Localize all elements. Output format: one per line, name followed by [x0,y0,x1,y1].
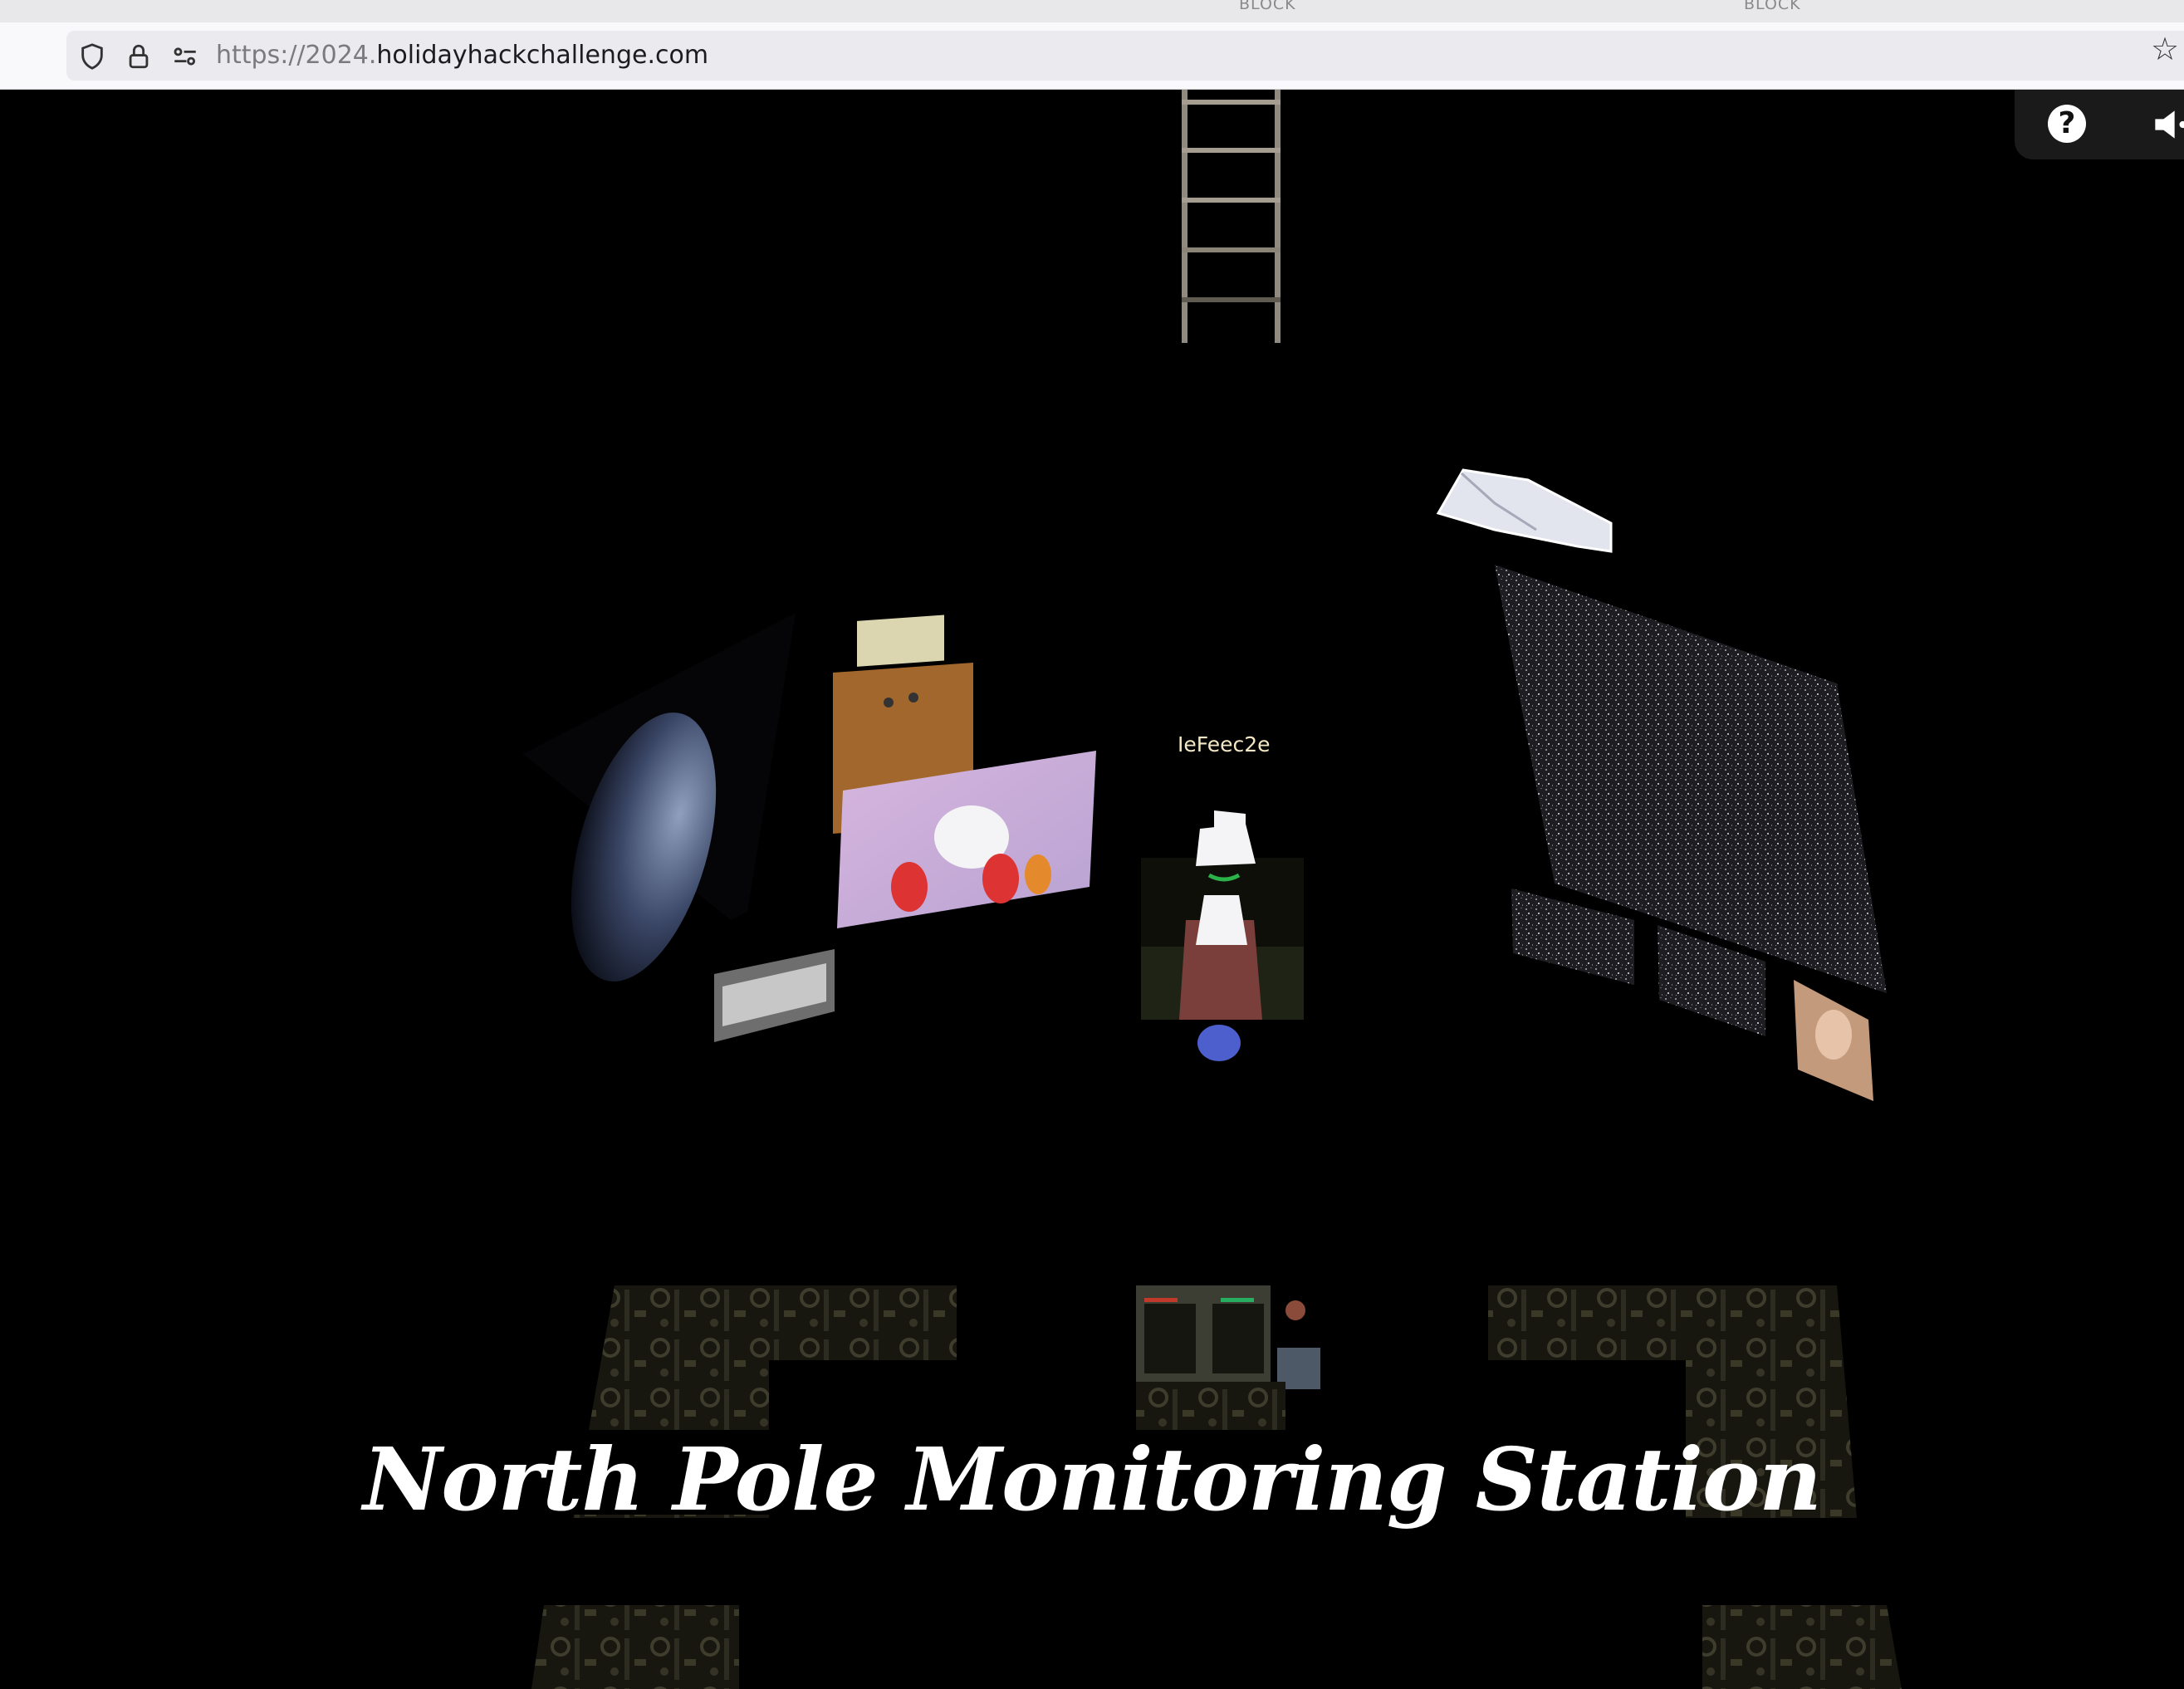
tab-strip: BLOCK BLOCK [0,0,2184,22]
shield-icon[interactable] [78,42,106,71]
site-settings-icon[interactable] [171,42,199,71]
url-text[interactable]: https://2024.holidayhackchallenge.com [216,41,708,71]
url-bar[interactable]: https://2024.holidayhackchallenge.com [66,31,2184,81]
sound-icon[interactable] [2152,108,2184,141]
tab-hint[interactable]: BLOCK [1744,0,1801,13]
location-title: North Pole Monitoring Station [363,1428,1822,1530]
player-name-label: IeFeec2e [1178,732,1271,756]
tab-hint[interactable]: BLOCK [1239,0,1296,13]
game-hud: ? [2015,90,2184,159]
player-avatar [1179,810,1262,1061]
help-icon[interactable]: ? [2048,105,2086,143]
url-domain: holidayhackchallenge.com [376,41,709,70]
bookmark-star-icon[interactable]: ☆ [2151,31,2179,67]
browser-navbar: https://2024.holidayhackchallenge.com ☆ [0,22,2184,90]
ladder [1182,90,1281,343]
ice-crystal [1436,468,1613,553]
url-prefix: https://2024. [216,41,377,70]
lock-icon[interactable] [125,42,153,71]
